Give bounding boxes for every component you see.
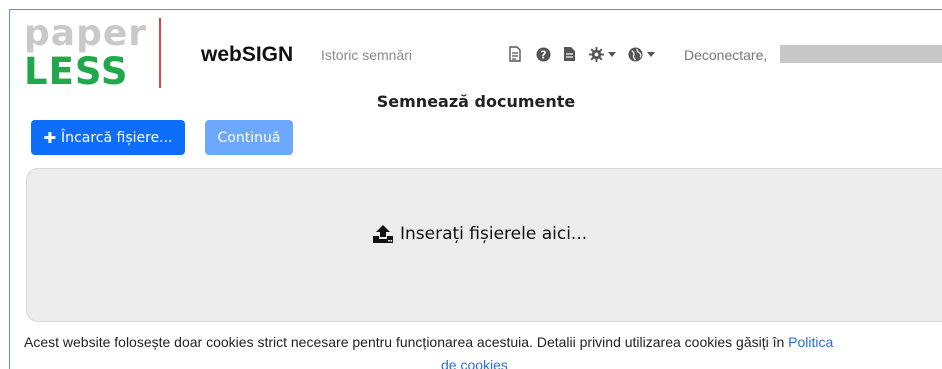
chevron-down-icon xyxy=(647,51,655,57)
chevron-down-icon xyxy=(608,51,616,57)
gear-icon[interactable] xyxy=(589,46,616,62)
upload-files-label: Încarcă fișiere... xyxy=(61,129,173,146)
continue-button[interactable]: Continuă xyxy=(205,120,293,155)
page-title: Semnează documente xyxy=(376,92,576,111)
file-icon[interactable] xyxy=(563,46,576,62)
plus-icon: ✚ xyxy=(43,128,57,147)
file-drop-zone[interactable] xyxy=(26,168,942,322)
upload-icon xyxy=(373,225,393,243)
logout-link[interactable]: Deconectare, xyxy=(684,47,767,63)
paperless-logo[interactable]: paper LESS xyxy=(24,16,146,93)
drop-zone-label: Inserați fișierele aici... xyxy=(371,224,587,244)
globe-icon[interactable] xyxy=(628,46,655,62)
nav-icons: ? xyxy=(508,44,655,64)
document-icon[interactable] xyxy=(508,46,522,62)
logo-divider xyxy=(159,18,161,88)
app-frame: paper LESS webSIGN Istoric semnări ? Dec… xyxy=(9,9,942,369)
cookie-text-line-2: de cookies xyxy=(441,357,508,369)
cookie-policy-link[interactable]: Politica xyxy=(788,334,833,350)
svg-text:?: ? xyxy=(541,49,547,61)
cookie-banner: Acest website folosește doar cookies str… xyxy=(10,322,942,369)
help-icon[interactable]: ? xyxy=(536,46,551,62)
cookie-text: Acest website folosește doar cookies str… xyxy=(24,334,785,350)
cookie-text-line: Acest website folosește doar cookies str… xyxy=(24,334,833,350)
logo-word-less: LESS xyxy=(24,50,129,93)
drop-zone-text: Inserați fișierele aici... xyxy=(400,224,588,244)
history-link[interactable]: Istoric semnări xyxy=(321,47,412,63)
brand-websign[interactable]: webSIGN xyxy=(201,43,293,67)
logo-word-paper: paper xyxy=(24,13,148,54)
redacted-username xyxy=(780,45,942,63)
cookie-policy-link-continued[interactable]: de cookies xyxy=(441,357,508,369)
upload-files-button[interactable]: ✚ Încarcă fișiere... xyxy=(31,120,185,155)
